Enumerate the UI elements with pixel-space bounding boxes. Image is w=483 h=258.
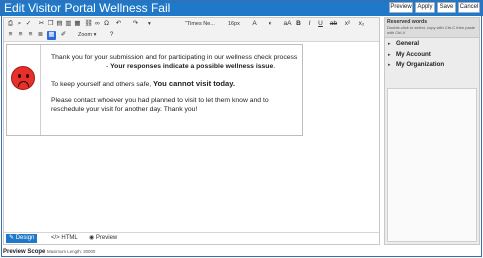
window-title: Edit Visitor Portal Wellness Fail <box>4 1 171 15</box>
message-line-4: Please contact whoever you had planned t… <box>51 97 269 104</box>
align-left-icon[interactable]: ≡ <box>6 31 15 40</box>
reserved-words-header: Reserved words Double-click to select, c… <box>385 18 479 38</box>
reserved-words-panel: Reserved words Double-click to select, c… <box>384 17 480 245</box>
cannot-visit-text: You cannot visit today. <box>153 79 236 88</box>
unlink-icon[interactable]: ∞ <box>93 20 102 29</box>
tab-html[interactable]: </> HTML <box>51 234 78 243</box>
apply-button[interactable]: Apply <box>415 2 435 13</box>
editor-mode-tabs: ✎ Design </> HTML ◉ Preview <box>4 232 379 244</box>
tab-preview-label: Preview <box>95 235 118 241</box>
message-line-1: Thank you for your submission and for pa… <box>51 54 298 61</box>
left-eye <box>18 74 21 78</box>
reserved-words-hint: Double-click to select, copy with Ctrl-C… <box>387 25 476 35</box>
format-dropdown[interactable]: ▾ <box>148 20 151 29</box>
tab-design-label: Design <box>15 235 35 241</box>
tree-item-general[interactable]: ▸ General <box>388 40 419 48</box>
print-icon[interactable]: ⎙ <box>6 20 15 29</box>
preview-scope-label: Preview Scope <box>3 249 46 255</box>
tree-item-my-account[interactable]: ▸ My Account <box>388 51 431 59</box>
frown <box>18 81 29 87</box>
eye-icon: ◉ <box>89 235 95 241</box>
font-name-select[interactable]: "Times Ne... <box>185 20 225 29</box>
link-icon[interactable]: ⛓ <box>84 20 93 29</box>
format-painter-icon[interactable]: ✐ <box>59 31 68 40</box>
strikethrough-icon[interactable]: ab <box>329 20 338 29</box>
align-center-icon[interactable]: ≡ <box>16 31 25 40</box>
font-color-icon[interactable]: A <box>250 20 259 29</box>
tab-html-label: HTML <box>61 235 78 241</box>
expand-icon[interactable]: ▸ <box>388 40 396 48</box>
paste-text-icon[interactable]: ▥ <box>64 20 73 29</box>
line3-prefix: To keep yourself and others safe, <box>51 81 154 88</box>
undo-icon[interactable]: ↶ <box>114 20 123 29</box>
title-bar: Edit Visitor Portal Wellness Fail Previe… <box>0 0 483 16</box>
find-icon[interactable]: ⌕ <box>15 20 24 29</box>
subscript-icon[interactable]: x₂ <box>357 20 366 29</box>
message-line-2: - Your responses indicate a possible wel… <box>106 63 275 71</box>
expand-icon[interactable]: ▸ <box>388 51 396 59</box>
right-eye <box>26 74 29 78</box>
align-right-icon[interactable]: ≡ <box>26 31 35 40</box>
content-area[interactable]: Thank you for your submission and for pa… <box>6 44 303 136</box>
tab-design[interactable]: ✎ Design <box>6 234 38 243</box>
underline-icon[interactable]: U <box>316 20 325 29</box>
tree-item-label: General <box>396 40 420 47</box>
highlight-icon[interactable]: ◐ <box>266 20 275 29</box>
uppercase-icon[interactable]: aA <box>283 20 292 29</box>
max-length-note: Maximum Length: 30000 <box>47 249 96 254</box>
spellcheck-icon[interactable]: ✓ <box>24 20 33 29</box>
cancel-button[interactable]: Cancel <box>458 2 480 13</box>
align-justify-icon[interactable]: ≣ <box>36 31 45 40</box>
wellness-warning: Your responses indicate a possible welln… <box>110 63 274 70</box>
tree-item-label: My Account <box>396 51 431 58</box>
sad-face-icon <box>11 66 35 90</box>
icon-cell <box>7 45 41 135</box>
message-line-3: To keep yourself and others safe, You ca… <box>51 80 235 89</box>
save-button[interactable]: Save <box>437 2 456 13</box>
special-char-icon[interactable]: Ω <box>102 20 111 29</box>
cut-icon[interactable]: ✂ <box>37 20 46 29</box>
expand-icon[interactable]: ▸ <box>388 61 396 69</box>
italic-icon[interactable]: I <box>305 20 314 29</box>
copy-icon[interactable]: ❐ <box>46 20 55 29</box>
editor-toolbar: ⎙ ⌕ ✓ ✂ ❐ ▤ ▥ ▦ ⛓ ∞ Ω ↶ ↷ ▾ "Times Ne...… <box>4 18 379 42</box>
font-size-select[interactable]: 16px <box>228 20 240 29</box>
reserved-words-list[interactable] <box>387 88 477 242</box>
tree-item-label: My Organization <box>396 61 445 68</box>
table-icon[interactable]: ▦ <box>47 31 56 40</box>
line2-suffix: . <box>273 63 276 70</box>
preview-button[interactable]: Preview <box>389 2 413 13</box>
tree-item-my-organization[interactable]: ▸ My Organization <box>388 61 444 69</box>
tab-preview[interactable]: ◉ Preview <box>89 234 117 243</box>
code-icon: </> <box>51 235 60 241</box>
zoom-select[interactable]: Zoom ▾ <box>78 31 96 40</box>
message-line-5: reschedule your visit for another day. T… <box>51 106 198 113</box>
preview-scope: Preview Scope Maximum Length: 30000 <box>3 248 95 256</box>
paste-word-icon[interactable]: ▦ <box>73 20 82 29</box>
bold-icon[interactable]: B <box>294 20 303 29</box>
paste-icon[interactable]: ▤ <box>55 20 64 29</box>
superscript-icon[interactable]: x² <box>343 20 352 29</box>
design-icon: ✎ <box>9 235 15 241</box>
zoom-label: Zoom <box>78 32 93 38</box>
help-icon[interactable]: ? <box>107 31 116 40</box>
html-editor: ⎙ ⌕ ✓ ✂ ❐ ▤ ▥ ▦ ⛓ ∞ Ω ↶ ↷ ▾ "Times Ne...… <box>3 17 380 245</box>
redo-icon[interactable]: ↷ <box>131 20 140 29</box>
